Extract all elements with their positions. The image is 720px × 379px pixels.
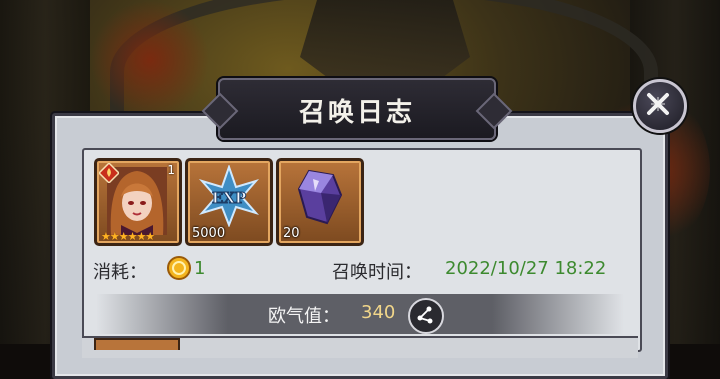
summon-time-label: 召唤时间： — [332, 262, 422, 283]
share-icon — [417, 306, 433, 324]
coin-icon — [167, 256, 191, 280]
cost-value: 1 — [194, 258, 206, 279]
hero-level: 1 — [167, 163, 175, 177]
crystal-icon — [297, 169, 343, 225]
exp-label: EXP — [212, 189, 246, 207]
summon-time-value: 2022/10/27 18:22 — [445, 258, 607, 279]
bg-flame — [90, 0, 210, 120]
reward-item-crystal[interactable]: 20 — [276, 158, 364, 246]
title-bar: 召唤日志 — [218, 78, 496, 140]
reward-item-hero[interactable]: 1 ★★★★★★ — [94, 158, 182, 246]
luck-label: 欧气值： — [268, 306, 340, 327]
close-icon — [647, 93, 669, 115]
reward-item-exp[interactable]: EXP 5000 — [185, 158, 273, 246]
dialog-title: 召唤日志 — [298, 98, 415, 128]
close-button[interactable] — [633, 79, 687, 133]
luck-value: 340 — [361, 302, 396, 323]
cost-label: 消耗： — [93, 262, 147, 283]
fire-element-icon — [99, 163, 119, 183]
luck-bar — [96, 294, 624, 334]
exp-star-icon: EXP — [198, 165, 260, 227]
crystal-count: 20 — [283, 226, 300, 241]
exp-count: 5000 — [192, 226, 226, 241]
share-button[interactable] — [408, 298, 444, 334]
hero-stars: ★★★★★★ — [101, 230, 155, 243]
next-entry-item[interactable] — [94, 338, 180, 350]
